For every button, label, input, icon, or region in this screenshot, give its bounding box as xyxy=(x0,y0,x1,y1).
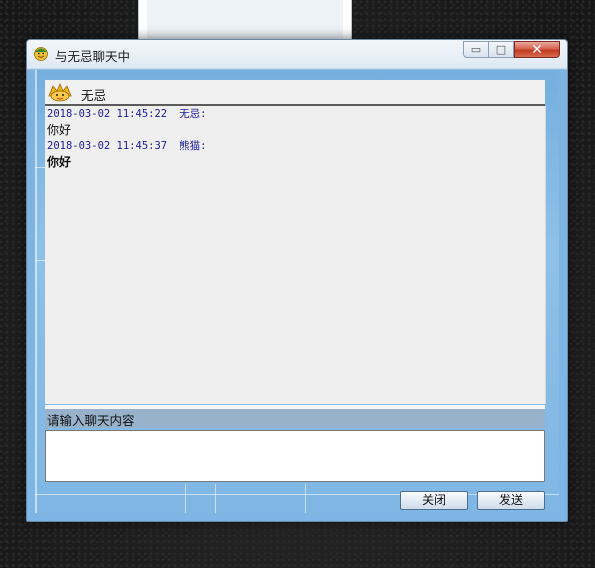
background-window xyxy=(138,0,352,40)
friend-name: 无忌 xyxy=(81,88,107,103)
message-sender: 无忌: xyxy=(179,108,207,120)
message-meta: 2018-03-02 11:45:22 无忌: xyxy=(45,106,545,122)
message-text: 你好 xyxy=(47,155,72,169)
message-timestamp: 2018-03-02 11:45:22 xyxy=(47,108,168,120)
maximize-button[interactable]: □ xyxy=(489,41,514,58)
smiley-avatar-icon xyxy=(34,47,48,61)
close-icon: ✕ xyxy=(531,41,543,58)
message-history[interactable]: 2018-03-02 11:45:22 无忌: 你好 2018-03-02 11:… xyxy=(45,106,546,404)
cartoon-avatar-icon xyxy=(48,82,72,102)
message-meta: 2018-03-02 11:45:37 熊猫: xyxy=(45,138,545,154)
maximize-icon: □ xyxy=(495,43,507,56)
message-sender: 熊猫: xyxy=(179,140,207,152)
decorative-line xyxy=(185,484,186,513)
minimize-button[interactable]: ▭ xyxy=(463,41,489,58)
chat-input[interactable] xyxy=(45,430,545,482)
message-text: 你好 xyxy=(47,123,72,137)
chat-window: 与无忌聊天中 ▭ □ ✕ 无忌 2018-03-02 11:45:22 无忌: … xyxy=(26,39,568,522)
close-button[interactable]: 关闭 xyxy=(400,491,468,510)
input-label-bar: 请输入聊天内容 xyxy=(45,409,545,428)
title-bar[interactable]: 与无忌聊天中 ▭ □ ✕ xyxy=(27,40,567,68)
close-window-button[interactable]: ✕ xyxy=(514,41,560,58)
window-title: 与无忌聊天中 xyxy=(55,49,131,64)
client-area: 无忌 2018-03-02 11:45:22 无忌: 你好 2018-03-02 … xyxy=(35,70,559,513)
window-controls: ▭ □ ✕ xyxy=(463,41,560,59)
send-button[interactable]: 发送 xyxy=(477,491,545,510)
message-timestamp: 2018-03-02 11:45:37 xyxy=(47,140,168,152)
decorative-line xyxy=(35,70,37,513)
decorative-line xyxy=(305,484,306,513)
decorative-line xyxy=(215,484,216,513)
minimize-icon: ▭ xyxy=(470,43,482,56)
chat-header: 无忌 xyxy=(45,80,545,106)
input-label: 请输入聊天内容 xyxy=(47,413,135,428)
background-window-body xyxy=(147,0,343,39)
